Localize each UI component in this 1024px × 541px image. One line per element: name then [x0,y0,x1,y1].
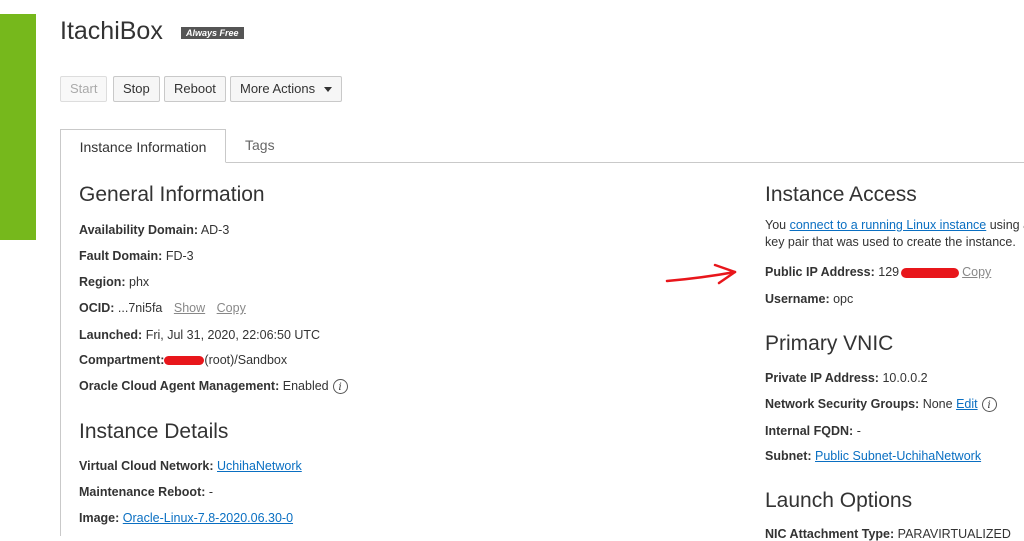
maintenance-reboot-row: Maintenance Reboot: - [79,485,214,499]
access-description-line2: key pair that was used to create the ins… [765,235,1016,249]
compartment-row: Compartment: (root)/Sandbox [79,353,288,367]
launched-row: Launched: Fri, Jul 31, 2020, 22:06:50 UT… [79,328,321,342]
more-actions-label: More Actions [240,81,316,96]
agent-row: Oracle Cloud Agent Management: Enabled i [79,379,348,395]
fault-domain-row: Fault Domain: FD-3 [79,249,194,263]
redaction-mark [901,267,960,278]
launch-options-heading: Launch Options [765,489,913,512]
connect-instance-link[interactable]: connect to a running Linux instance [790,218,987,232]
public-ip-row: Public IP Address: 129 Copy [765,265,992,279]
nsg-edit-link[interactable]: Edit [956,397,978,411]
nic-attachment-row: NIC Attachment Type: PARAVIRTUALIZED [765,527,1011,541]
redaction-mark [164,356,205,366]
primary-vnic-heading: Primary VNIC [765,332,894,355]
always-free-badge: Always Free [181,27,244,39]
image-link[interactable]: Oracle-Linux-7.8-2020.06.30-0 [123,511,293,525]
ocid-copy-link[interactable]: Copy [217,301,246,315]
more-actions-button[interactable]: More Actions [230,76,343,102]
ocid-show-link[interactable]: Show [174,301,205,315]
subnet-row: Subnet: Public Subnet-UchihaNetwork [765,449,982,463]
subnet-link[interactable]: Public Subnet-UchihaNetwork [815,449,981,463]
instance-status-tile [0,14,36,240]
page-title: ItachiBox [60,17,163,45]
reboot-button[interactable]: Reboot [164,76,226,102]
region-row: Region: phx [79,275,150,289]
username-row: Username: opc [765,292,854,306]
tab-tags[interactable]: Tags [245,137,275,153]
tab-instance-information[interactable]: Instance Information [60,129,226,163]
ocid-row: OCID: ...7ni5fa Show Copy [79,301,246,315]
vcn-link[interactable]: UchihaNetwork [217,459,302,473]
panel-border [60,162,61,536]
access-description: You connect to a running Linux instance … [765,218,1024,232]
instance-access-heading: Instance Access [765,183,917,206]
availability-domain-row: Availability Domain: AD-3 [79,223,230,237]
instance-details-heading: Instance Details [79,420,229,443]
red-arrow-annotation [665,263,737,285]
start-button[interactable]: Start [60,76,108,102]
vcn-row: Virtual Cloud Network: UchihaNetwork [79,459,302,473]
stop-button[interactable]: Stop [113,76,160,102]
image-row: Image: Oracle-Linux-7.8-2020.06.30-0 [79,511,294,525]
general-information-heading: General Information [79,183,265,206]
public-ip-copy-link[interactable]: Copy [962,265,991,279]
info-icon[interactable]: i [981,397,997,413]
info-icon[interactable]: i [332,379,348,395]
caret-down-icon [324,87,333,93]
private-ip-row: Private IP Address: 10.0.0.2 [765,371,928,385]
internal-fqdn-row: Internal FQDN: - [765,424,861,438]
nsg-row: Network Security Groups: None Edit i [765,397,997,413]
